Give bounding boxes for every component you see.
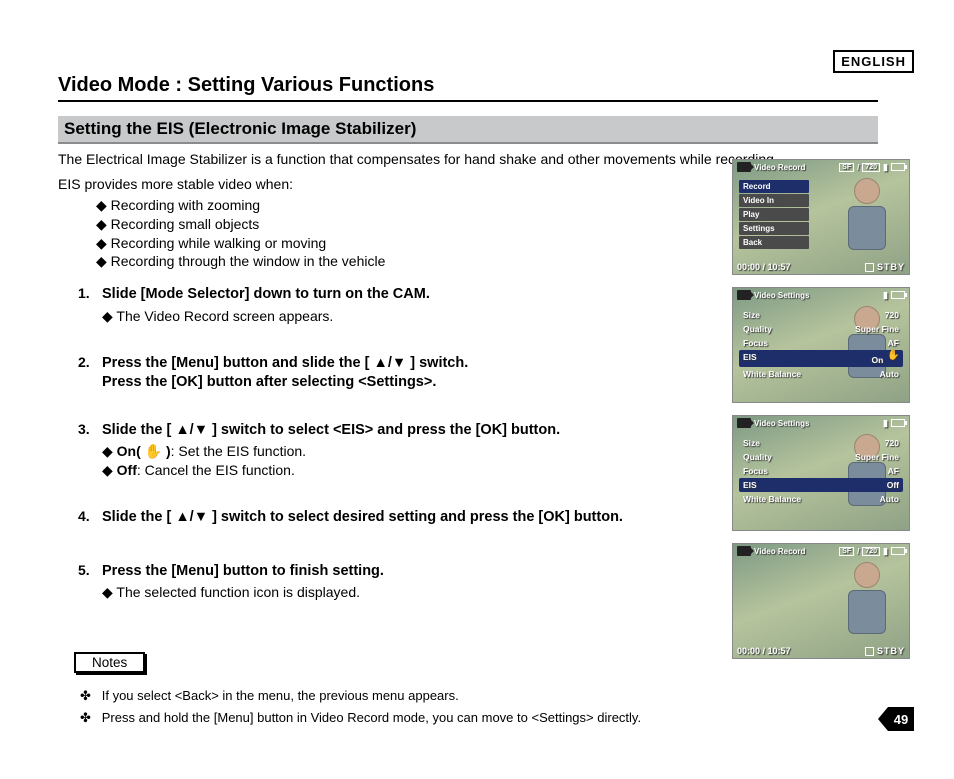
camcorder-icon — [737, 418, 751, 428]
osd-topbar: Video Record SF / 720 ▮ — [737, 162, 905, 173]
osd-topbar: Video Record SF / 720 ▮ — [737, 546, 905, 557]
list-item: Recording with zooming — [96, 196, 696, 215]
settings-row[interactable]: White BalanceAuto — [739, 492, 903, 506]
sf-badge: SF — [839, 547, 854, 556]
battery-icon — [891, 547, 905, 555]
sub-item: The selected function icon is displayed. — [102, 583, 696, 602]
camcorder-icon — [737, 546, 751, 556]
menu-overlay: Record Video In Play Settings Back — [739, 180, 809, 250]
screenshots-column: 2 Video Record SF / 720 ▮ Record Video I… — [714, 159, 914, 730]
step-heading: Slide [Mode Selector] down to turn on th… — [102, 285, 696, 305]
step-heading: Slide the [ ▲/▼ ] switch to select <EIS>… — [102, 421, 696, 441]
settings-row[interactable]: QualitySuper Fine — [739, 322, 903, 336]
step-sublist: The selected function icon is displayed. — [102, 583, 696, 602]
step-item: Slide [Mode Selector] down to turn on th… — [78, 285, 696, 325]
menu-item[interactable]: Play — [739, 208, 809, 221]
subject-silhouette — [845, 178, 889, 256]
card-icon: ▮ — [883, 546, 888, 557]
osd-title: Video Settings — [754, 291, 809, 300]
sub-item: The Video Record screen appears. — [102, 307, 696, 326]
res-badge: 720 — [862, 547, 880, 556]
step-item: Press the [Menu] button and slide the [ … — [78, 354, 696, 393]
step-heading: Slide the [ ▲/▼ ] switch to select desir… — [102, 508, 696, 528]
page-title: Video Mode : Setting Various Functions — [58, 74, 878, 102]
card-icon: ▮ — [883, 418, 888, 429]
osd-topbar: Video Settings ▮ — [737, 418, 905, 429]
settings-row[interactable]: FocusAF — [739, 336, 903, 350]
step-heading: Press the [Menu] button to finish settin… — [102, 562, 696, 582]
language-badge: ENGLISH — [833, 50, 914, 73]
settings-row[interactable]: Size720 — [739, 308, 903, 322]
section-heading: Setting the EIS (Electronic Image Stabil… — [58, 116, 878, 144]
list-item: Recording small objects — [96, 215, 696, 234]
list-item: Recording through the window in the vehi… — [96, 252, 696, 271]
menu-item[interactable]: Video In — [739, 194, 809, 207]
subject-silhouette — [845, 562, 889, 640]
camcorder-icon — [737, 162, 751, 172]
intro-line: EIS provides more stable video when: — [58, 175, 696, 194]
hand-icon — [888, 352, 899, 363]
settings-row[interactable]: White BalanceAuto — [739, 367, 903, 381]
note-item: If you select <Back> in the menu, the pr… — [80, 685, 696, 707]
menu-item[interactable]: Settings — [739, 222, 809, 235]
screenshot-3: 3 Video Settings ▮ Size720 QualitySuper … — [732, 287, 910, 403]
stop-icon — [865, 647, 874, 656]
settings-overlay: Size720 QualitySuper Fine FocusAF EISOff… — [739, 436, 903, 506]
manual-page: ENGLISH Video Mode : Setting Various Fun… — [0, 0, 954, 749]
time-counter: 00:00 / 10:57 — [737, 262, 791, 272]
menu-item[interactable]: Back — [739, 236, 809, 249]
settings-overlay: Size720 QualitySuper Fine FocusAF EISOn … — [739, 308, 903, 381]
osd-title: Video Record — [754, 163, 805, 172]
step-item: Slide the [ ▲/▼ ] switch to select desir… — [78, 508, 696, 528]
status-text: STBY — [877, 646, 905, 656]
notes-list: If you select <Back> in the menu, the pr… — [80, 685, 696, 729]
left-column: EIS provides more stable video when: Rec… — [58, 169, 696, 730]
step-sublist: The Video Record screen appears. — [102, 307, 696, 326]
screenshot-2: 2 Video Record SF / 720 ▮ Record Video I… — [732, 159, 910, 275]
settings-row-selected[interactable]: EISOff — [739, 478, 903, 492]
screenshot-5: 5 Video Record SF / 720 ▮ 00:00 / 10:57 … — [732, 543, 910, 659]
slash: / — [857, 163, 859, 172]
sub-item: On( ✋ ): Set the EIS function. — [102, 442, 696, 461]
settings-row[interactable]: Size720 — [739, 436, 903, 450]
osd-topbar: Video Settings ▮ — [737, 290, 905, 301]
stop-icon — [865, 263, 874, 272]
settings-row-selected[interactable]: EISOn — [739, 350, 903, 367]
step-sublist: On( ✋ ): Set the EIS function. Off: Canc… — [102, 442, 696, 480]
osd-bottombar: 00:00 / 10:57 STBY — [737, 646, 905, 656]
list-item: Recording while walking or moving — [96, 234, 696, 253]
status-text: STBY — [877, 262, 905, 272]
step-item: Slide the [ ▲/▼ ] switch to select <EIS>… — [78, 421, 696, 480]
osd-bottombar: 00:00 / 10:57 STBY — [737, 262, 905, 272]
steps-list: Slide [Mode Selector] down to turn on th… — [78, 285, 696, 602]
osd-title: Video Settings — [754, 419, 809, 428]
page-number: 49 — [888, 707, 914, 731]
time-counter: 00:00 / 10:57 — [737, 646, 791, 656]
screenshot-4: 4 Video Settings ▮ Size720 QualitySuper … — [732, 415, 910, 531]
osd-title: Video Record — [754, 547, 805, 556]
settings-row[interactable]: QualitySuper Fine — [739, 450, 903, 464]
card-icon: ▮ — [883, 290, 888, 301]
res-badge: 720 — [862, 163, 880, 172]
note-item: Press and hold the [Menu] button in Vide… — [80, 707, 696, 729]
intro-text2: EIS provides more stable video when: — [58, 175, 696, 194]
sub-item: Off: Cancel the EIS function. — [102, 461, 696, 480]
step-item: Press the [Menu] button to finish settin… — [78, 562, 696, 602]
settings-row[interactable]: FocusAF — [739, 464, 903, 478]
eis-cases-list: Recording with zooming Recording small o… — [96, 196, 696, 272]
battery-icon — [891, 291, 905, 299]
card-icon: ▮ — [883, 162, 888, 173]
step-heading: Press the [Menu] button and slide the [ … — [102, 354, 696, 393]
camcorder-icon — [737, 290, 751, 300]
notes-label: Notes — [74, 652, 145, 673]
battery-icon — [891, 163, 905, 171]
sf-badge: SF — [839, 163, 854, 172]
battery-icon — [891, 419, 905, 427]
slash: / — [857, 547, 859, 556]
menu-item[interactable]: Record — [739, 180, 809, 193]
